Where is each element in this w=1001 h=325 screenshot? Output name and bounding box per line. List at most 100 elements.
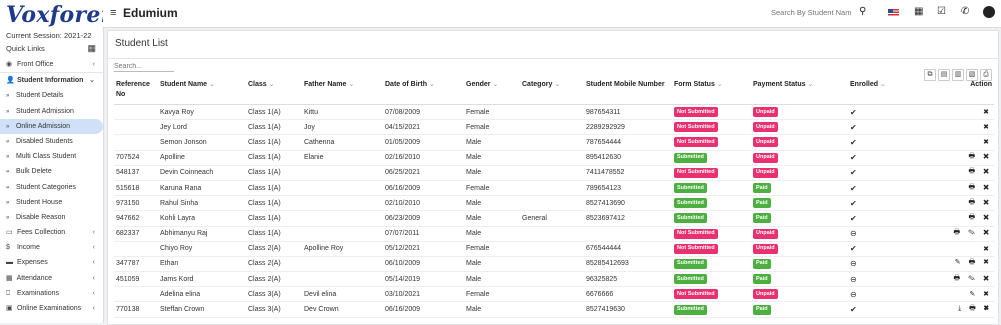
sidebar-item-label: Student Admission: [15, 107, 74, 115]
cell-category: [520, 150, 584, 166]
column-header[interactable]: Gender ⌄: [464, 80, 520, 105]
sort-icon[interactable]: ⌄: [715, 81, 723, 88]
sidebar-item-student-house[interactable]: » Student House: [0, 195, 103, 210]
chevron-right-icon: »: [6, 154, 10, 161]
cell-mobile: 6676666: [584, 286, 672, 303]
column-header[interactable]: Action: [934, 80, 994, 105]
minus-circle-icon[interactable]: ⊖: [848, 226, 934, 242]
table-row: 515618 Karuna Rana Class 1(A) 06/16/2009 Fem…: [114, 180, 994, 197]
quick-links[interactable]: Quick Links ▦: [6, 43, 98, 54]
cell-gender: Male: [464, 134, 520, 151]
row-actions[interactable]: ✎ ✖: [934, 286, 994, 303]
column-header[interactable]: Date of Birth ⌄: [383, 80, 464, 105]
form-status-badge: Not Submitted: [674, 167, 718, 178]
book-icon: ⎕: [6, 289, 11, 297]
check-icon[interactable]: ✔: [848, 150, 934, 166]
sidebar-item-multi-class-student[interactable]: » Multi Class Student: [0, 149, 103, 164]
sidebar-item-examinations[interactable]: ⎕ Examinations ‹: [0, 286, 103, 301]
row-actions[interactable]: 🖶 ✖: [934, 180, 994, 197]
check-icon[interactable]: ✔: [848, 301, 934, 318]
grid-icon[interactable]: ▦: [87, 43, 96, 54]
column-header[interactable]: Enrolled ⌄: [848, 80, 934, 105]
row-actions[interactable]: ✎ 🖶 ✖: [934, 256, 994, 273]
column-header[interactable]: Class ⌄: [246, 80, 302, 105]
sidebar-item-fees-collection[interactable]: ▭ Fees Collection ‹: [0, 225, 103, 240]
check-icon[interactable]: ✔: [848, 180, 934, 197]
sort-icon[interactable]: ⌄: [427, 81, 435, 88]
sort-icon[interactable]: ⌄: [346, 81, 354, 88]
row-actions[interactable]: 🖶 ✖: [934, 195, 994, 212]
row-actions[interactable]: ✖: [934, 119, 994, 136]
row-actions[interactable]: ✖: [934, 241, 994, 257]
row-actions[interactable]: ✖: [934, 104, 994, 121]
sidebar-item-front-office[interactable]: ◉ Front Office ‹: [0, 57, 103, 74]
row-actions[interactable]: 🖶 ✖: [934, 210, 994, 227]
check-icon[interactable]: ✔: [848, 195, 934, 212]
cell-dob: 02/10/2010: [383, 195, 464, 212]
cell-category: [520, 301, 584, 318]
minus-circle-icon[interactable]: ⊖: [848, 256, 934, 273]
row-actions[interactable]: 🖶 ✎ ✖: [934, 226, 994, 242]
checkbox-icon[interactable]: ☑: [937, 6, 946, 17]
sidebar-item-online-examinations[interactable]: ▣ Online Examinations ‹: [0, 301, 103, 316]
student-search-input[interactable]: [771, 8, 851, 17]
calendar-icon[interactable]: ▦: [914, 6, 923, 17]
column-header[interactable]: Form Status ⌄: [672, 80, 751, 105]
check-icon[interactable]: ✔: [848, 165, 934, 181]
us-flag-icon[interactable]: [888, 9, 899, 17]
sidebar-item-student-details[interactable]: » Student Details: [0, 88, 103, 103]
sidebar-item-expenses[interactable]: ▬ Expenses ‹: [0, 255, 103, 270]
column-header[interactable]: Student Mobile Number: [584, 80, 672, 105]
row-actions[interactable]: ⤓ 🖶 ✖: [934, 301, 994, 318]
sort-icon[interactable]: ⌄: [491, 81, 498, 88]
laptop-icon: ▣: [6, 305, 13, 312]
sidebar-item-student-information[interactable]: 👤 Student Information ⌄: [0, 73, 103, 88]
sidebar-item-label: Fees Collection: [16, 229, 66, 237]
whatsapp-icon[interactable]: ✆: [961, 6, 969, 17]
sidebar-item-student-categories[interactable]: » Student Categories: [0, 180, 103, 195]
column-header[interactable]: Reference No: [114, 80, 158, 105]
sidebar-item-disable-reason[interactable]: » Disable Reason: [0, 210, 103, 225]
app-logo[interactable]: Voxforem: [6, 2, 103, 28]
cell-category: [520, 119, 584, 136]
form-status-badge: Submitted: [674, 213, 707, 224]
minus-circle-icon[interactable]: ⊖: [848, 271, 934, 288]
row-actions[interactable]: 🖶 ✖: [934, 150, 994, 166]
sidebar-item-bulk-delete[interactable]: » Bulk Delete: [0, 164, 103, 179]
eye-icon: ◉: [6, 61, 13, 68]
check-icon[interactable]: ✔: [848, 119, 934, 136]
row-actions[interactable]: 🖶 ✖: [934, 165, 994, 181]
sort-icon[interactable]: ⌄: [267, 81, 275, 88]
sidebar-item-label: Bulk Delete: [15, 168, 52, 176]
sort-icon[interactable]: ⌄: [552, 81, 560, 88]
student-table: Reference No Student Name ⌄ Class ⌄ Father …: [114, 80, 994, 318]
row-actions[interactable]: ✖: [934, 134, 994, 151]
column-header[interactable]: Student Name ⌄: [158, 80, 246, 105]
sort-icon[interactable]: ⌄: [806, 81, 813, 88]
chevron-down-icon: ⌄: [89, 77, 95, 85]
table-search-input[interactable]: [114, 63, 174, 72]
table-row: 548137 Devin Coinneach Class 1(A) 06/25/202…: [114, 165, 994, 181]
sort-icon[interactable]: ⌄: [878, 81, 886, 88]
sidebar-item-online-admission[interactable]: » Online Admission: [0, 118, 103, 134]
sidebar-item-disabled-students[interactable]: » Disabled Students: [0, 134, 103, 149]
avatar[interactable]: [983, 6, 995, 18]
check-icon[interactable]: ✔: [848, 104, 934, 121]
sidebar-item-student-admission[interactable]: » Student Admission: [0, 104, 103, 119]
search-icon[interactable]: ⚲: [859, 6, 866, 17]
check-icon[interactable]: ✔: [848, 210, 934, 227]
sidebar-item-income[interactable]: $ Income ‹: [0, 240, 103, 255]
column-header[interactable]: Father Name ⌄: [302, 80, 383, 105]
sidebar-menu: ◉ Front Office ‹ 👤 Student Information ⌄ » S…: [0, 57, 103, 316]
check-icon[interactable]: ✔: [848, 134, 934, 151]
sidebar-item-attendance[interactable]: ▦ Attendance ‹: [0, 271, 103, 286]
column-header[interactable]: Payment Status ⌄: [751, 80, 848, 105]
minus-circle-icon[interactable]: ⊖: [848, 286, 934, 303]
check-icon[interactable]: ✔: [848, 241, 934, 257]
column-header[interactable]: Category ⌄: [520, 80, 584, 105]
form-status-badge: Not Submitted: [674, 228, 718, 239]
row-actions[interactable]: 🖶 ✎ ✖: [934, 271, 994, 288]
cell-class: Class 1(A): [246, 134, 302, 151]
hamburger-icon[interactable]: ≡: [110, 7, 116, 19]
sort-icon[interactable]: ⌄: [207, 81, 215, 88]
